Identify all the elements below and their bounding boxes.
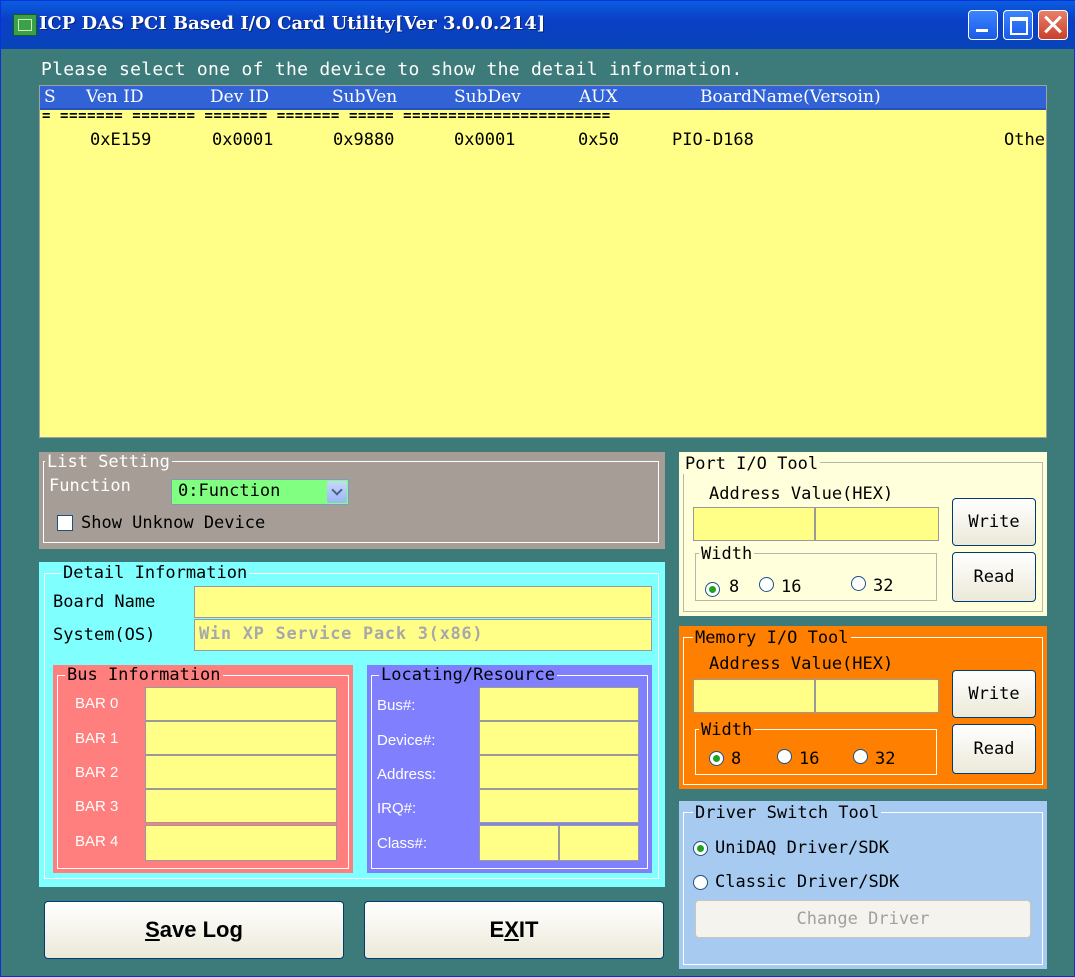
irq-num-field[interactable] xyxy=(479,789,639,823)
bar1-label: BAR 1 xyxy=(75,730,119,747)
class-num-field-2[interactable] xyxy=(559,825,639,861)
mem-width-16-radio[interactable] xyxy=(777,749,792,764)
class-num-label: Class#: xyxy=(377,835,428,852)
classic-driver-radio[interactable] xyxy=(693,875,708,890)
function-select[interactable]: 0:Function xyxy=(171,479,349,505)
maximize-button[interactable] xyxy=(1003,10,1033,40)
port-value-field[interactable] xyxy=(815,507,939,541)
board-name-label: Board Name xyxy=(53,592,156,612)
row-subven: 0x9880 xyxy=(333,130,395,150)
board-name-field[interactable] xyxy=(194,586,652,618)
close-icon xyxy=(1039,11,1067,39)
port-width-8-radio[interactable] xyxy=(705,582,720,597)
close-button[interactable] xyxy=(1038,10,1068,40)
port-io-title: Port I/O Tool xyxy=(683,454,821,474)
port-width-16-radio[interactable] xyxy=(759,577,774,592)
port-width-label: Width xyxy=(699,544,755,564)
col-dev-id[interactable]: Dev ID xyxy=(210,87,269,107)
bar3-field[interactable] xyxy=(145,789,337,823)
mem-value-field[interactable] xyxy=(815,679,939,713)
port-write-button[interactable]: Write xyxy=(952,498,1036,546)
mem-read-button[interactable]: Read xyxy=(952,724,1036,774)
bar4-label: BAR 4 xyxy=(75,833,119,850)
bar0-field[interactable] xyxy=(145,687,337,721)
col-ven-id[interactable]: Ven ID xyxy=(86,87,143,107)
port-read-button[interactable]: Read xyxy=(952,552,1036,602)
memory-io-panel: Memory I/O Tool Address Value(HEX) Write… xyxy=(679,626,1047,789)
system-os-field[interactable]: Win XP Service Pack 3(x86) xyxy=(194,619,652,651)
list-setting-panel: List Setting Function 0:Function Show Un… xyxy=(39,452,665,549)
list-setting-title: List Setting xyxy=(45,452,172,472)
locating-title: Locating/Resource xyxy=(379,665,557,685)
row-subdev: 0x0001 xyxy=(454,130,516,150)
col-s[interactable]: S xyxy=(44,87,56,107)
bus-num-label: Bus#: xyxy=(377,697,416,714)
exit-button[interactable]: E X IT xyxy=(364,901,664,959)
mem-addr-label: Address Value(HEX) xyxy=(709,654,894,674)
bus-info-panel: Bus Information BAR 0 BAR 1 BAR 2 BAR 3 … xyxy=(53,665,353,873)
chevron-down-icon[interactable] xyxy=(327,481,347,503)
bus-info-title: Bus Information xyxy=(65,665,223,685)
row-boardname: PIO-D168 xyxy=(672,130,754,150)
system-os-label: System(OS) xyxy=(53,625,156,645)
mem-write-button[interactable]: Write xyxy=(952,670,1036,718)
detail-panel: Detail Information Board Name System(OS)… xyxy=(39,562,665,887)
save-log-button[interactable]: Save Log xyxy=(44,901,344,959)
list-separator: = ======= ======= ======= ======= ===== … xyxy=(42,108,611,124)
row-aux: 0x50 xyxy=(578,130,619,150)
bar2-field[interactable] xyxy=(145,755,337,789)
row-dev-id: 0x0001 xyxy=(212,130,274,150)
app-window: ICP DAS PCI Based I/O Card Utility[Ver 3… xyxy=(0,0,1075,977)
mem-width-32-radio[interactable] xyxy=(853,749,868,764)
device-list[interactable]: S Ven ID Dev ID SubVen SubDev AUX BoardN… xyxy=(39,85,1047,438)
port-address-field[interactable] xyxy=(693,507,815,541)
col-boardname[interactable]: BoardName(Versoin) xyxy=(700,87,881,107)
driver-switch-title: Driver Switch Tool xyxy=(693,803,882,823)
port-io-panel: Port I/O Tool Address Value(HEX) Write W… xyxy=(679,452,1047,616)
pci-card-icon xyxy=(13,14,37,36)
unidaq-driver-label: UniDAQ Driver/SDK xyxy=(715,838,889,858)
bar1-field[interactable] xyxy=(145,721,337,755)
detail-title: Detail Information xyxy=(61,563,250,583)
bus-num-field[interactable] xyxy=(479,687,639,721)
device-num-field[interactable] xyxy=(479,721,639,755)
col-aux[interactable]: AUX xyxy=(579,87,618,107)
show-unknown-checkbox[interactable] xyxy=(57,515,73,531)
function-label: Function xyxy=(49,476,131,496)
minimize-button[interactable] xyxy=(968,10,998,40)
change-driver-button[interactable]: Change Driver xyxy=(695,900,1031,938)
memory-io-title: Memory I/O Tool xyxy=(693,628,851,648)
bar2-label: BAR 2 xyxy=(75,764,119,781)
row-extra: Othe xyxy=(1004,130,1045,150)
function-select-value: 0:Function xyxy=(178,481,281,501)
mem-width-8-radio[interactable] xyxy=(709,751,724,766)
bar0-label: BAR 0 xyxy=(75,695,119,712)
bar4-field[interactable] xyxy=(145,825,337,861)
col-subdev[interactable]: SubDev xyxy=(454,87,521,107)
port-addr-label: Address Value(HEX) xyxy=(709,484,894,504)
mem-address-field[interactable] xyxy=(693,679,815,713)
col-subven[interactable]: SubVen xyxy=(332,87,397,107)
window-title: ICP DAS PCI Based I/O Card Utility[Ver 3… xyxy=(39,13,546,34)
address-field[interactable] xyxy=(479,755,639,789)
device-num-label: Device#: xyxy=(377,732,436,749)
mem-width-label: Width xyxy=(699,720,755,740)
show-unknown-label: Show Unknow Device xyxy=(81,513,266,533)
select-prompt: Please select one of the device to show … xyxy=(41,59,743,80)
class-num-field-1[interactable] xyxy=(479,825,559,861)
irq-num-label: IRQ#: xyxy=(377,800,417,817)
driver-switch-panel: Driver Switch Tool UniDAQ Driver/SDK Cla… xyxy=(679,801,1047,969)
address-label: Address: xyxy=(377,766,437,783)
classic-driver-label: Classic Driver/SDK xyxy=(715,872,900,892)
bar3-label: BAR 3 xyxy=(75,798,119,815)
unidaq-driver-radio[interactable] xyxy=(693,841,708,856)
list-header: S Ven ID Dev ID SubVen SubDev AUX BoardN… xyxy=(40,86,1046,110)
title-bar[interactable]: ICP DAS PCI Based I/O Card Utility[Ver 3… xyxy=(1,1,1075,49)
port-width-32-radio[interactable] xyxy=(851,576,866,591)
row-ven-id: 0xE159 xyxy=(90,130,152,150)
locating-panel: Locating/Resource Bus#: Device#: Address… xyxy=(367,665,652,873)
